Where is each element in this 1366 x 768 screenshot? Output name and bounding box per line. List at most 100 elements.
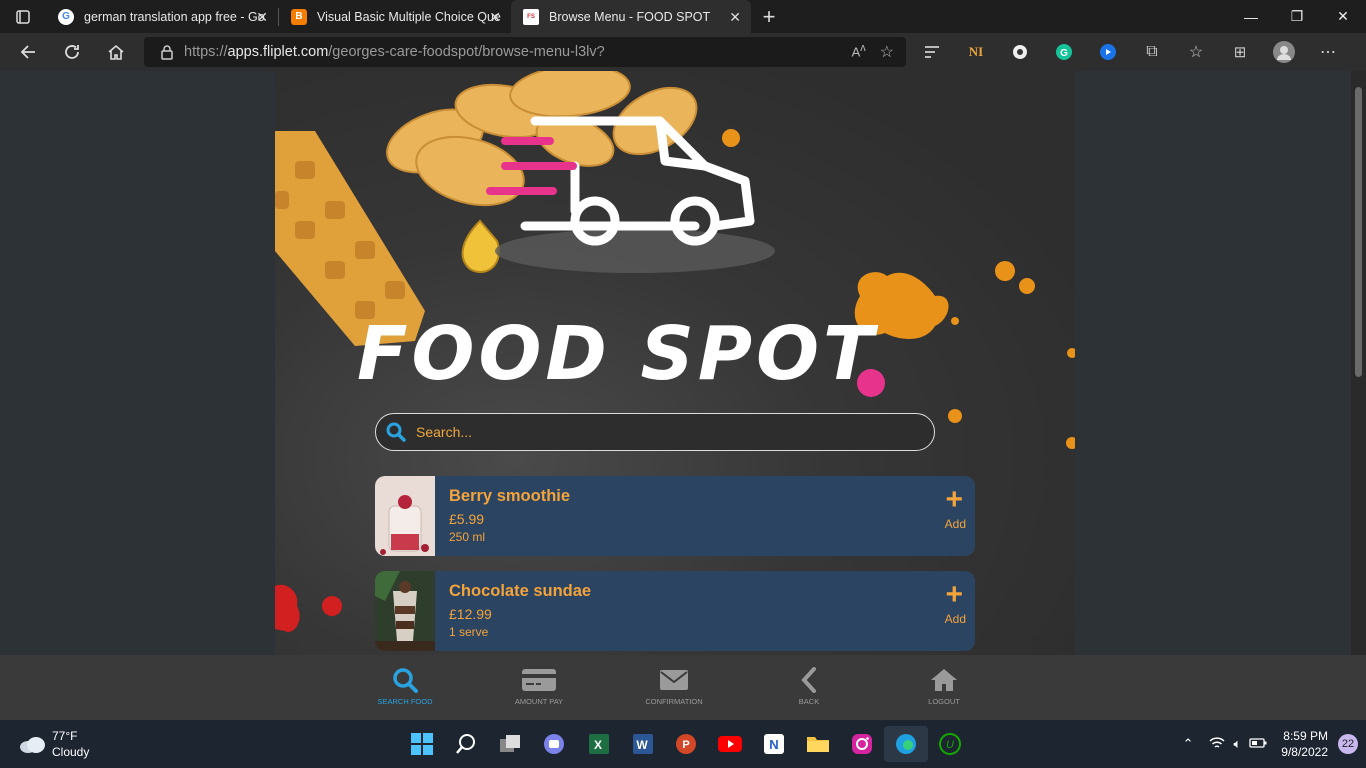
search-placeholder: Search... (416, 424, 473, 440)
add-button[interactable]: Add (945, 612, 966, 626)
chevron-left-icon (801, 667, 816, 693)
blogger-icon: B (291, 8, 307, 25)
minimize-icon: — (1244, 8, 1258, 25)
powerpoint-button[interactable]: P (664, 726, 708, 762)
weather-desc: Cloudy (52, 745, 90, 759)
collections-icon[interactable]: ⊞ (1218, 35, 1262, 69)
tab-blogger[interactable]: B Visual Basic Multiple Choice Que ✕ (279, 0, 511, 33)
lock-icon (161, 45, 173, 60)
nav-confirmation[interactable]: CONFIRMATION (624, 655, 724, 720)
chocolate-sundae-photo (375, 571, 435, 651)
tab-google[interactable]: G german translation app free - Go ✕ (46, 0, 278, 33)
powerpoint-icon: P (676, 734, 696, 754)
youtube-icon (718, 736, 742, 752)
teams-chat-button[interactable] (532, 726, 576, 762)
add-favorite-icon[interactable]: ☆ (880, 42, 894, 62)
word-button[interactable]: W (620, 726, 664, 762)
nav-back[interactable]: BACK (759, 655, 859, 720)
minimize-button[interactable]: — (1228, 0, 1274, 33)
add-icon[interactable]: + (945, 580, 963, 610)
plus-icon: + (762, 3, 776, 29)
menu-item-card[interactable]: Berry smoothie £5.99 250 ml + Add (375, 476, 975, 556)
close-window-button[interactable]: ✕ (1320, 0, 1366, 33)
url-host: apps.fliplet.com (227, 44, 329, 60)
search-icon (456, 734, 475, 754)
search-input[interactable]: Search... (375, 413, 935, 451)
ni-extension-icon[interactable]: NI (954, 35, 998, 69)
new-tab-button[interactable]: + (751, 0, 787, 33)
scrollbar-thumb[interactable] (1355, 87, 1362, 377)
task-view-button[interactable] (488, 726, 532, 762)
nav-amount-pay[interactable]: AMOUNT PAY (489, 655, 589, 720)
grammarly-icon[interactable]: G (1042, 35, 1086, 69)
file-explorer-button[interactable] (796, 726, 840, 762)
reading-list-icon[interactable] (910, 35, 954, 69)
notion-button[interactable]: N (752, 726, 796, 762)
item-size: 1 serve (449, 625, 489, 639)
notification-badge[interactable]: 22 (1338, 734, 1358, 754)
close-tab-icon[interactable]: ✕ (256, 9, 268, 26)
page-scrollbar[interactable] (1351, 71, 1366, 720)
refresh-button[interactable] (50, 33, 94, 71)
add-icon[interactable]: + (945, 485, 963, 515)
home-button[interactable] (94, 33, 138, 71)
start-button[interactable] (400, 726, 444, 762)
svg-text:W: W (636, 738, 648, 752)
profile-avatar[interactable] (1262, 35, 1306, 69)
tab-actions-button[interactable] (0, 0, 46, 33)
youtube-button[interactable] (708, 726, 752, 762)
back-button[interactable] (6, 33, 50, 71)
windows-taskbar: 77°F Cloudy X W P N U ⌃ 🔈︎ 8:59 PM 9/8/2… (0, 720, 1366, 768)
instagram-button[interactable] (840, 726, 884, 762)
home-icon (931, 669, 957, 691)
volume-icon[interactable]: 🔈︎ (1233, 736, 1241, 752)
edge-button[interactable] (884, 726, 928, 762)
edge-icon (896, 734, 916, 754)
tab-actions-icon (16, 9, 30, 24)
tab-title: german translation app free - Go (84, 9, 265, 24)
envelope-icon (660, 670, 688, 690)
restore-icon: ❐ (1290, 8, 1304, 24)
more-menu-icon[interactable]: ⋯ (1306, 35, 1350, 69)
wifi-icon[interactable] (1209, 736, 1225, 753)
close-tab-icon[interactable]: ✕ (729, 9, 741, 26)
nav-search-food[interactable]: SEARCH FOOD (355, 655, 455, 720)
upwork-button[interactable]: U (928, 726, 972, 762)
show-hidden-icons[interactable]: ⌃ (1183, 736, 1194, 752)
svg-text:P: P (682, 739, 689, 751)
nav-label: SEARCH FOOD (377, 697, 433, 706)
tab-foodspot[interactable]: FS Browse Menu - FOOD SPOT ✕ (511, 0, 751, 33)
sauce-splatter (722, 129, 1075, 449)
favorites-icon[interactable]: ☆ (1174, 35, 1218, 69)
search-icon (386, 422, 406, 442)
excel-button[interactable]: X (576, 726, 620, 762)
search-taskbar-button[interactable] (444, 726, 488, 762)
foodspot-icon: FS (523, 8, 539, 25)
add-button[interactable]: Add (945, 517, 966, 531)
tab-title: Visual Basic Multiple Choice Que (317, 9, 501, 24)
clock-time: 8:59 PM (1283, 729, 1328, 743)
arrow-left-icon (20, 45, 35, 59)
clock[interactable]: 8:59 PM 9/8/2022 (1281, 728, 1328, 760)
app-title: FOOD SPOT (357, 311, 878, 397)
notion-icon: N (764, 734, 784, 754)
restore-button[interactable]: ❐ (1274, 0, 1320, 33)
window-controls: — ❐ ✕ (1228, 0, 1366, 33)
bottom-navigation: SEARCH FOOD AMOUNT PAY CONFIRMATION BACK… (0, 655, 1366, 720)
item-price: £5.99 (449, 511, 485, 527)
svg-text:X: X (594, 738, 602, 752)
video-extension-icon[interactable] (1086, 35, 1130, 69)
windows-logo-icon (411, 733, 433, 755)
nav-logout[interactable]: LOGOUT (894, 655, 994, 720)
close-tab-icon[interactable]: ✕ (489, 9, 501, 26)
puzzle-icon[interactable]: ⧉ (1130, 35, 1174, 69)
address-bar[interactable]: https://apps.fliplet.com/georges-care-fo… (144, 37, 906, 67)
battery-icon[interactable] (1249, 737, 1267, 752)
read-aloud-icon[interactable]: Aʌ (852, 42, 866, 62)
url-prefix: https:// (184, 44, 228, 60)
extension-circle-icon[interactable] (998, 35, 1042, 69)
search-icon (393, 668, 418, 693)
weather-widget[interactable]: 77°F Cloudy (18, 728, 89, 760)
foodspot-app: FOOD SPOT Search... Berry smoothie £5.99… (275, 71, 1075, 720)
menu-item-card[interactable]: Chocolate sundae £12.99 1 serve + Add (375, 571, 975, 651)
